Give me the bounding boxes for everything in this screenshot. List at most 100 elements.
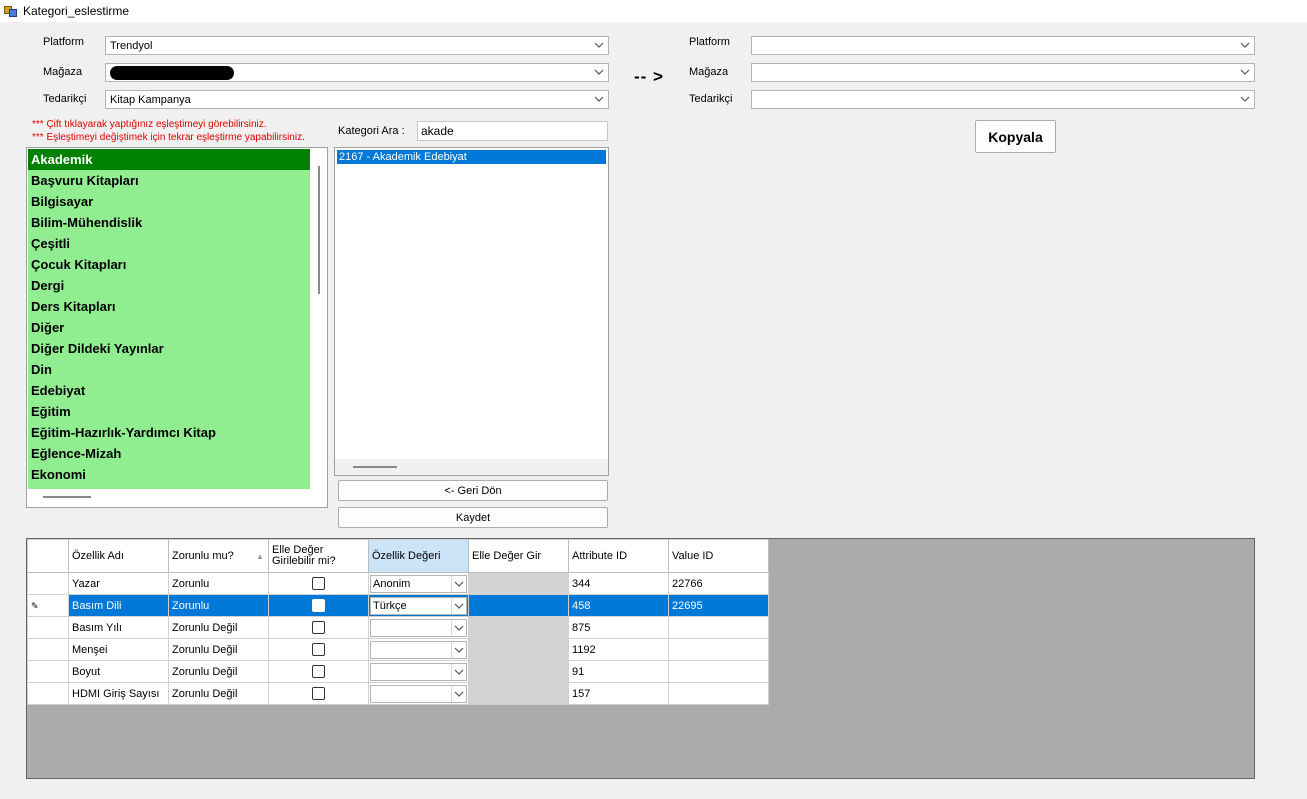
value-combo[interactable]: Anonim (370, 574, 467, 593)
cell-ozellik-degeri[interactable]: Türkçe (368, 594, 469, 617)
cell-ozellik-degeri[interactable]: Anonim (368, 572, 469, 595)
checkbox[interactable] (312, 599, 325, 612)
horizontal-scrollbar[interactable] (335, 459, 608, 475)
row-header[interactable] (27, 660, 69, 683)
checkbox[interactable] (312, 687, 325, 700)
category-item[interactable]: Eğitim-Hazırlık-Yardımcı Kitap (28, 422, 310, 443)
value-combo[interactable] (370, 640, 467, 659)
cell-zorunlu[interactable]: Zorunlu Değil (168, 660, 269, 683)
col-header-ozellik-degeri[interactable]: Özellik Değeri (368, 539, 469, 573)
cell-value-id[interactable] (668, 660, 769, 683)
combo-arrow[interactable] (451, 619, 466, 636)
cell-elle-girilebilir[interactable] (268, 616, 369, 639)
value-combo[interactable] (370, 618, 467, 637)
row-header[interactable] (27, 682, 69, 705)
category-item[interactable]: Edebiyat (28, 380, 310, 401)
row-header[interactable]: ✎ (27, 594, 69, 617)
cell-attribute-id[interactable]: 344 (568, 572, 669, 595)
save-button[interactable]: Kaydet (338, 507, 608, 528)
cell-ozellik-adi[interactable]: HDMI Giriş Sayısı (68, 682, 169, 705)
cell-value-id[interactable]: 22695 (668, 594, 769, 617)
col-header-zorunlu[interactable]: Zorunlu mu? ▲ (168, 539, 269, 573)
attribute-grid[interactable]: Özellik Adı Zorunlu mu? ▲ Elle Değer Giril… (26, 538, 1255, 779)
col-header-attribute-id[interactable]: Attribute ID (568, 539, 669, 573)
category-list[interactable]: Akademik Başvuru Kitapları Bilgisayar Bilim… (26, 147, 328, 508)
cell-ozellik-adi[interactable]: Yazar (68, 572, 169, 595)
cell-elle-girilebilir[interactable] (268, 682, 369, 705)
value-combo[interactable] (370, 662, 467, 681)
cell-ozellik-degeri[interactable] (368, 682, 469, 705)
category-item[interactable]: Diğer Dildeki Yayınlar (28, 338, 310, 359)
checkbox[interactable] (312, 643, 325, 656)
combo-arrow[interactable] (451, 597, 466, 614)
cell-attribute-id[interactable]: 1192 (568, 638, 669, 661)
search-results-list[interactable]: 2167 - Akademik Edebiyat (334, 147, 609, 476)
cell-elle-girilebilir[interactable] (268, 660, 369, 683)
cell-ozellik-degeri[interactable] (368, 616, 469, 639)
cell-value-id[interactable] (668, 682, 769, 705)
scrollbar-thumb[interactable] (353, 466, 397, 468)
target-platform-select[interactable] (751, 36, 1255, 55)
cell-ozellik-adi[interactable]: Menşei (68, 638, 169, 661)
col-header-elle-deger-gir[interactable]: Elle Değer Gir (468, 539, 569, 573)
cell-zorunlu[interactable]: Zorunlu (168, 572, 269, 595)
cell-elle-deger-gir[interactable] (468, 660, 569, 683)
category-item[interactable]: Eğitim (28, 401, 310, 422)
cell-ozellik-adi[interactable]: Basım Yılı (68, 616, 169, 639)
col-header-value-id[interactable]: Value ID (668, 539, 769, 573)
cell-zorunlu[interactable]: Zorunlu (168, 594, 269, 617)
combo-arrow[interactable] (451, 663, 466, 680)
category-item[interactable]: Çocuk Kitapları (28, 254, 310, 275)
col-header-elle-girilebilir[interactable]: Elle Değer Girilebilir mi? (268, 539, 369, 573)
cell-elle-deger-gir[interactable] (468, 616, 569, 639)
target-magaza-select[interactable] (751, 63, 1255, 82)
table-row[interactable]: Boyut Zorunlu Değil 91 (27, 660, 769, 683)
category-item[interactable]: Bilim-Mühendislik (28, 212, 310, 233)
cell-attribute-id[interactable]: 875 (568, 616, 669, 639)
copy-button[interactable]: Kopyala (975, 120, 1056, 153)
value-combo[interactable] (370, 684, 467, 703)
category-item[interactable]: Bilgisayar (28, 191, 310, 212)
horizontal-scrollbar[interactable] (43, 496, 91, 498)
category-item[interactable]: Akademik (28, 149, 310, 170)
cell-attribute-id[interactable]: 157 (568, 682, 669, 705)
checkbox[interactable] (312, 621, 325, 634)
magaza-select[interactable] (105, 63, 609, 82)
cell-zorunlu[interactable]: Zorunlu Değil (168, 682, 269, 705)
cell-elle-deger-gir[interactable] (468, 594, 569, 617)
category-search-input[interactable]: akade (417, 121, 608, 141)
combo-arrow[interactable] (451, 575, 466, 592)
table-row[interactable]: ✎ Basım Dili Zorunlu Türkçe 458 22695 (27, 594, 769, 617)
category-item[interactable]: Dergi (28, 275, 310, 296)
category-item[interactable]: Din (28, 359, 310, 380)
cell-value-id[interactable] (668, 616, 769, 639)
cell-elle-girilebilir[interactable] (268, 638, 369, 661)
cell-ozellik-adi[interactable]: Basım Dili (68, 594, 169, 617)
table-row[interactable]: Yazar Zorunlu Anonim 344 22766 (27, 572, 769, 595)
category-item[interactable]: Diğer (28, 317, 310, 338)
cell-zorunlu[interactable]: Zorunlu Değil (168, 616, 269, 639)
category-item[interactable]: Başvuru Kitapları (28, 170, 310, 191)
cell-zorunlu[interactable]: Zorunlu Değil (168, 638, 269, 661)
combo-arrow[interactable] (451, 685, 466, 702)
cell-elle-deger-gir[interactable] (468, 572, 569, 595)
category-item[interactable]: Eğlence-Mizah (28, 443, 310, 464)
cell-value-id[interactable] (668, 638, 769, 661)
tedarikci-select[interactable]: Kitap Kampanya (105, 90, 609, 109)
result-item[interactable]: 2167 - Akademik Edebiyat (337, 150, 606, 164)
back-button[interactable]: <- Geri Dön (338, 480, 608, 501)
row-header[interactable] (27, 572, 69, 595)
platform-select[interactable]: Trendyol (105, 36, 609, 55)
vertical-scrollbar[interactable] (318, 166, 320, 294)
cell-elle-deger-gir[interactable] (468, 638, 569, 661)
combo-arrow[interactable] (451, 641, 466, 658)
checkbox[interactable] (312, 577, 325, 590)
table-row[interactable]: Basım Yılı Zorunlu Değil 875 (27, 616, 769, 639)
cell-attribute-id[interactable]: 458 (568, 594, 669, 617)
category-item[interactable]: Ders Kitapları (28, 296, 310, 317)
cell-attribute-id[interactable]: 91 (568, 660, 669, 683)
table-row[interactable]: HDMI Giriş Sayısı Zorunlu Değil 157 (27, 682, 769, 705)
col-header-ozellik-adi[interactable]: Özellik Adı (68, 539, 169, 573)
category-item[interactable]: Çeşitli (28, 233, 310, 254)
cell-elle-deger-gir[interactable] (468, 682, 569, 705)
